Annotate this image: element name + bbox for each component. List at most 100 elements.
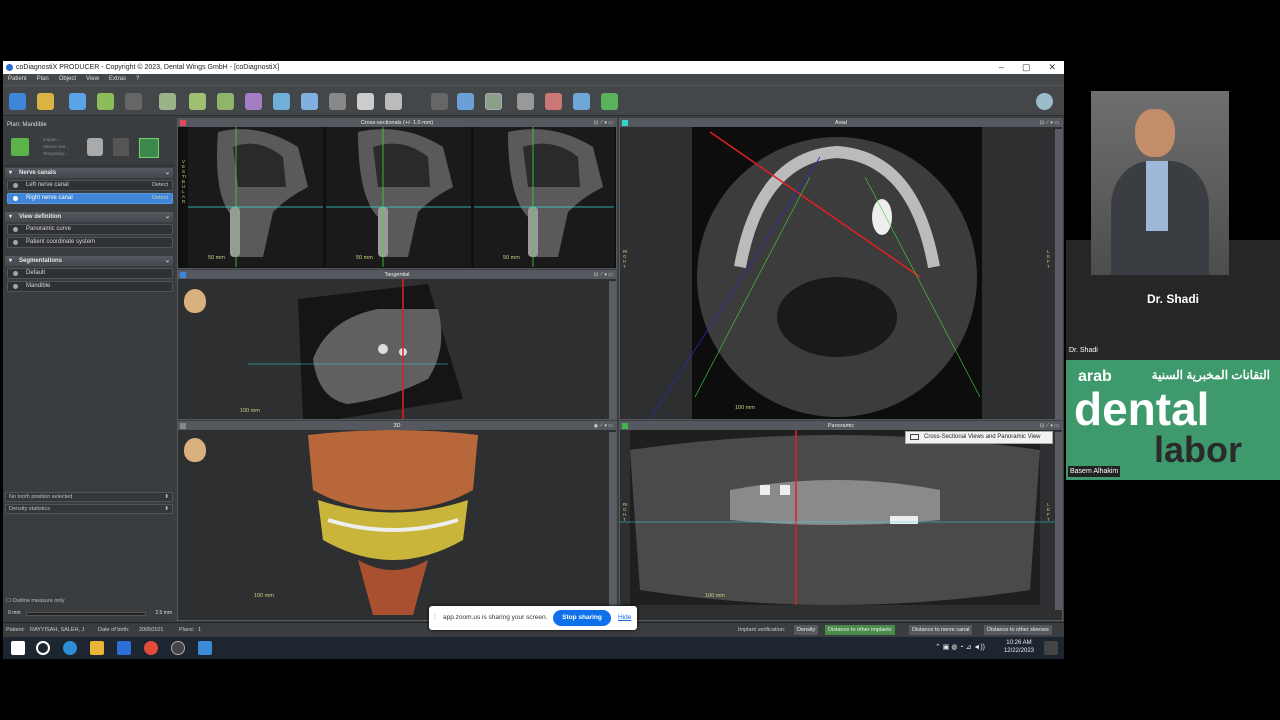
- detect-right-button[interactable]: Detect: [152, 194, 168, 203]
- segmentation-default-row[interactable]: Default: [7, 268, 173, 279]
- three-d-model: [308, 430, 478, 615]
- edit-icon[interactable]: [69, 93, 86, 110]
- right-nerve-canal-row[interactable]: Right nerve canal Detect: [7, 193, 173, 204]
- menu-object[interactable]: Object: [59, 74, 76, 85]
- open-folder-icon[interactable]: [37, 93, 54, 110]
- tangential-scrollbar[interactable]: [609, 281, 616, 419]
- mail-icon[interactable]: [117, 641, 131, 655]
- distance-sleeves-button[interactable]: Distance to other sleeves: [984, 625, 1052, 635]
- distance-nerve-button[interactable]: Distance to nerve canal: [909, 625, 973, 635]
- windows-start-icon[interactable]: [11, 641, 25, 655]
- segmentations-header[interactable]: ▾ Segmentations ⌄: [5, 256, 173, 266]
- plan-section: Plan: Mandible Implan... Sleeve sea... T…: [3, 118, 175, 166]
- stop-sharing-button[interactable]: Stop sharing: [553, 610, 611, 626]
- hide-link[interactable]: Hide: [618, 610, 631, 626]
- pin-tool-icon[interactable]: [329, 93, 346, 110]
- tangential-title: Tangential: [384, 272, 410, 278]
- guide-tool-icon[interactable]: [357, 93, 374, 110]
- axial-title: Axial: [835, 120, 847, 126]
- dob-label: Date of birth:: [98, 627, 130, 633]
- export-icon[interactable]: [97, 93, 114, 110]
- edge-browser-icon[interactable]: [63, 641, 77, 655]
- menu-plan[interactable]: Plan: [37, 74, 49, 85]
- detect-left-button[interactable]: Detect: [152, 181, 168, 190]
- panoramic-title: Panoramic: [827, 423, 855, 429]
- minimize-button[interactable]: –: [999, 61, 1004, 74]
- sleeve-tool-icon[interactable]: [217, 93, 234, 110]
- cross-sectional-viewport[interactable]: Cross-sectionals (+/- 1.0 mm) ⊡ ⟋ ▾ ▭ VES…: [177, 118, 617, 269]
- tray-icons[interactable]: ⌃ ▣ ◍ ◔ ⊿ ◄)): [935, 643, 985, 651]
- nerve-tool-icon[interactable]: [517, 93, 534, 110]
- axial-scrollbar[interactable]: [1055, 129, 1062, 419]
- search-icon[interactable]: [36, 641, 50, 655]
- menu-extras[interactable]: Extras: [109, 74, 126, 85]
- maximize-button[interactable]: ▢: [1022, 61, 1031, 74]
- add-plan-icon[interactable]: [11, 138, 29, 156]
- tangential-scale: 100 mm: [240, 408, 260, 414]
- plans-value: 1: [198, 627, 202, 633]
- three-d-scrollbar[interactable]: [609, 432, 616, 610]
- help-icon[interactable]: [1036, 93, 1053, 110]
- panoramic-scale: 100 mm: [705, 593, 725, 599]
- menu-patient[interactable]: Patient: [8, 74, 27, 85]
- back-arrow-icon[interactable]: [9, 93, 26, 110]
- file-explorer-icon[interactable]: [90, 641, 104, 655]
- arab-dental-labor-logo: التقانات المخبرية السنية arab dental lab…: [1066, 360, 1280, 480]
- checklist-icon[interactable]: [139, 138, 159, 158]
- codiagnostix-taskbar-icon[interactable]: [198, 641, 212, 655]
- axial-image: [649, 127, 982, 419]
- notification-icon[interactable]: [1044, 641, 1058, 655]
- tangential-viewport[interactable]: Tangential ⊡ ⟋ ▾ ▭ 100 mm: [177, 270, 617, 420]
- plan-value[interactable]: Mandible: [22, 122, 46, 128]
- box-tool-icon[interactable]: [573, 93, 590, 110]
- chrome-icon[interactable]: [144, 641, 158, 655]
- close-button[interactable]: ✕: [1048, 61, 1056, 74]
- left-nerve-canal-row[interactable]: Left nerve canal Detect: [7, 180, 173, 191]
- undo-icon[interactable]: [601, 93, 618, 110]
- system-clock[interactable]: 10:26 AM 12/22/2023: [1004, 639, 1034, 655]
- density-button[interactable]: Density: [794, 625, 819, 635]
- outline-measure-checkbox[interactable]: ☐ Outline measure only: [6, 598, 64, 604]
- view-tooltip: Cross-Sectional Views and Panoramic View: [905, 431, 1053, 444]
- three-d-viewport[interactable]: 3D ◉ ⟋ ▾ ▭ 100 mm: [177, 421, 617, 621]
- menu-view[interactable]: View: [86, 74, 99, 85]
- slider-min-label: 0 mm: [8, 610, 21, 616]
- panoramic-scrollbar[interactable]: [1055, 432, 1062, 610]
- dob-value: 20050101: [139, 627, 164, 633]
- panoramic-viewport[interactable]: Panoramic ⊡ ⟋ ▾ ▭ RIGHT LEFT 100 mm: [619, 421, 1063, 621]
- tooth-position-row[interactable]: No tooth position selected ⬍: [5, 492, 173, 502]
- delete-tool-icon[interactable]: [545, 93, 562, 110]
- logo-dental-text: dental: [1074, 383, 1210, 435]
- cylinder-tool-icon[interactable]: [301, 93, 318, 110]
- measure-tool-icon[interactable]: [245, 93, 262, 110]
- segmentation-mandible-row[interactable]: Mandible: [7, 281, 173, 292]
- disabled-tool-icon[interactable]: [431, 93, 448, 110]
- sharing-text: app.zoom.us is sharing your screen.: [443, 614, 548, 621]
- density-statistics-row[interactable]: Density statistics ⬍: [5, 504, 173, 514]
- plan-label: Plan:: [7, 122, 21, 128]
- measure-slider[interactable]: [26, 612, 146, 616]
- view-cube-icon[interactable]: [457, 93, 474, 110]
- app-icon: [6, 64, 13, 71]
- patient-label: Patient:: [6, 627, 25, 633]
- segment-tool-icon[interactable]: [273, 93, 290, 110]
- menu-bar: Patient Plan Object View Extras ?: [3, 74, 1064, 85]
- guide-icon[interactable]: [113, 138, 129, 156]
- menu-help[interactable]: ?: [136, 74, 139, 85]
- media-player-icon[interactable]: [171, 641, 185, 655]
- distance-implants-button[interactable]: Distance to other implants: [825, 625, 895, 635]
- tangential-image: [248, 279, 463, 419]
- patient-value: RAYYISAH, SALEH, J: [30, 627, 85, 633]
- view-definition-header[interactable]: ▾ View definition ⌄: [5, 212, 173, 222]
- implant-tool-icon[interactable]: [189, 93, 206, 110]
- model-icon[interactable]: [159, 93, 176, 110]
- panoramic-curve-row[interactable]: Panoramic curve: [7, 224, 173, 235]
- print-icon[interactable]: [125, 93, 142, 110]
- patient-coordinate-row[interactable]: Patient coordinate system: [7, 237, 173, 248]
- panoramic-view-icon[interactable]: [485, 93, 502, 110]
- drag-handle-icon[interactable]: ⁞: [434, 610, 436, 626]
- implant-icon[interactable]: [87, 138, 103, 156]
- transfer-tool-icon[interactable]: [385, 93, 402, 110]
- axial-viewport[interactable]: Axial ⊡ ⟋ ▾ ▭ RIGHT LEFT 100 mm: [619, 118, 1063, 420]
- nerve-canals-header[interactable]: ▾ Nerve canals ⌄: [5, 168, 173, 178]
